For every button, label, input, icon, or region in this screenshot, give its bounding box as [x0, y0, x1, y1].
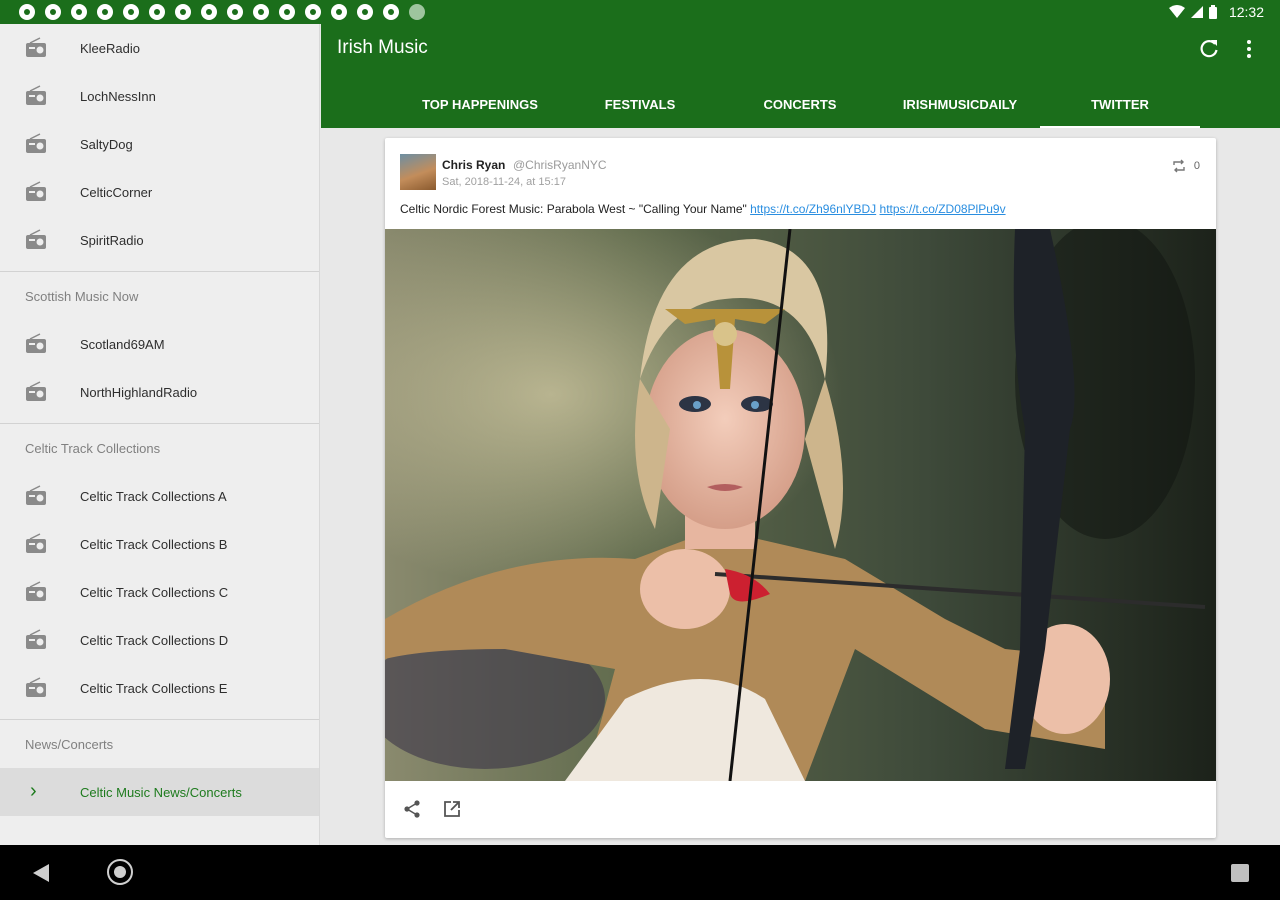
sidebar-item-spiritradio[interactable]: SpiritRadio: [0, 216, 319, 264]
sidebar-item-celtic-track-d[interactable]: Celtic Track Collections D: [0, 616, 319, 664]
app-bar: Irish Music TOP HAPPENINGS FESTIVALS CON…: [321, 24, 1280, 128]
sidebar-item-label: Scotland69AM: [80, 336, 165, 352]
tweet-photo[interactable]: [385, 229, 1216, 781]
tweet-link[interactable]: https://t.co/ZD08PlPu9v: [880, 202, 1006, 216]
tweet-date: Sat, 2018-11-24, at 15:17: [442, 176, 566, 188]
sidebar-item-label: Celtic Track Collections D: [80, 632, 229, 648]
sidebar-item-label: CelticCorner: [80, 184, 153, 200]
tweet-body: Celtic Nordic Forest Music: Parabola Wes…: [400, 202, 751, 216]
notification-icon: [305, 4, 321, 20]
author-name[interactable]: Chris Ryan: [442, 158, 505, 172]
sidebar-item-northhighlandradio[interactable]: NorthHighlandRadio: [0, 368, 319, 416]
circle-icon: [409, 4, 425, 20]
notification-icon: [19, 4, 35, 20]
sidebar-item-label: Celtic Music News/Concerts: [80, 784, 242, 800]
radio-icon: [26, 181, 46, 201]
radio-icon: [26, 229, 46, 249]
open-in-new-icon[interactable]: [442, 799, 462, 819]
tab-irishmusicdaily[interactable]: IRISHMUSICDAILY: [880, 80, 1040, 128]
sidebar-group-radio: KleeRadio LochNessInn SaltyDog CelticCor…: [0, 24, 319, 264]
radio-icon: [26, 581, 46, 601]
radio-icon: [26, 85, 46, 105]
sidebar-item-label: KleeRadio: [80, 40, 140, 56]
app-title: Irish Music: [337, 37, 428, 58]
sidebar-item-celtic-track-e[interactable]: Celtic Track Collections E: [0, 664, 319, 712]
bell-icon: [175, 4, 191, 20]
status-bar: 12:32: [0, 0, 1280, 24]
section-header: Celtic Track Collections: [25, 440, 161, 456]
sidebar-item-label: SpiritRadio: [80, 232, 144, 248]
radio-icon: [26, 485, 46, 505]
sidebar-item-label: Celtic Track Collections C: [80, 584, 229, 600]
sidebar-item-label: Celtic Track Collections E: [80, 680, 228, 696]
notification-icons: [0, 4, 425, 20]
sidebar-item-celtic-music-news[interactable]: › Celtic Music News/Concerts: [0, 768, 319, 816]
tab-concerts[interactable]: CONCERTS: [720, 80, 880, 128]
sidebar-item-lochnessinn[interactable]: LochNessInn: [0, 72, 319, 120]
notification-icon: [227, 4, 243, 20]
sidebar-item-label: Celtic Track Collections A: [80, 488, 227, 504]
tab-twitter[interactable]: TWITTER: [1040, 80, 1200, 128]
tab-top-happenings[interactable]: TOP HAPPENINGS: [400, 80, 560, 128]
section-header: News/Concerts: [25, 736, 114, 752]
notification-icon: [331, 4, 347, 20]
notification-icon: [253, 4, 269, 20]
notification-icon: [279, 4, 295, 20]
recents-icon[interactable]: [1231, 864, 1249, 882]
tab-bar: TOP HAPPENINGS FESTIVALS CONCERTS IRISHM…: [321, 80, 1280, 128]
sidebar-item-celticcorner[interactable]: CelticCorner: [0, 168, 319, 216]
sidebar-item-scotland69am[interactable]: Scotland69AM: [0, 320, 319, 368]
sd-card-icon: [383, 4, 399, 20]
signal-icon: [1190, 6, 1203, 18]
radio-icon: [26, 381, 46, 401]
wifi-icon: [1168, 5, 1185, 18]
tab-festivals[interactable]: FESTIVALS: [560, 80, 720, 128]
sidebar-item-celtic-track-a[interactable]: Celtic Track Collections A: [0, 472, 319, 520]
battery-icon: [1208, 5, 1217, 19]
notification-icon: [357, 4, 373, 20]
retweet-icon[interactable]: [1172, 159, 1186, 173]
notification-icon: [97, 4, 113, 20]
back-icon[interactable]: [31, 862, 51, 884]
sidebar-item-celtic-track-b[interactable]: Celtic Track Collections B: [0, 520, 319, 568]
tweet-link[interactable]: https://t.co/Zh96nlYBDJ: [750, 202, 876, 216]
notification-icon: [71, 4, 87, 20]
notification-icon: [45, 4, 61, 20]
radio-icon: [26, 629, 46, 649]
tweet-text: Celtic Nordic Forest Music: Parabola Wes…: [400, 202, 1006, 216]
radio-icon: [26, 133, 46, 153]
sidebar-item-saltydog[interactable]: SaltyDog: [0, 120, 319, 168]
system-nav-bar: [0, 845, 1280, 900]
radio-icon: [26, 37, 46, 57]
home-icon[interactable]: [107, 859, 133, 885]
author-handle[interactable]: @ChrisRyanNYC: [513, 158, 607, 172]
tweet-card[interactable]: Chris Ryan @ChrisRyanNYC Sat, 2018-11-24…: [385, 138, 1216, 838]
radio-icon: [26, 677, 46, 697]
sidebar-item-label: NorthHighlandRadio: [80, 384, 198, 400]
sidebar-item-label: LochNessInn: [80, 88, 156, 104]
settings-icon: [149, 4, 165, 20]
share-icon[interactable]: [402, 799, 422, 819]
radio-icon: [26, 333, 46, 353]
main-content: Chris Ryan @ChrisRyanNYC Sat, 2018-11-24…: [321, 128, 1280, 845]
sidebar-item-label: SaltyDog: [80, 136, 133, 152]
bell-icon: [201, 4, 217, 20]
retweet-count: 0: [1193, 160, 1200, 172]
notification-icon: [123, 4, 139, 20]
section-header: Scottish Music Now: [25, 288, 139, 304]
sidebar-item-kleeradio[interactable]: KleeRadio: [0, 24, 319, 72]
clock: 12:32: [1228, 4, 1264, 20]
avatar[interactable]: [400, 154, 436, 190]
sidebar-item-label: Celtic Track Collections B: [80, 536, 228, 552]
more-vert-icon[interactable]: [1240, 38, 1258, 60]
sidebar-item-celtic-track-c[interactable]: Celtic Track Collections C: [0, 568, 319, 616]
chevron-right-icon: ›: [30, 780, 37, 802]
refresh-icon[interactable]: [1198, 38, 1220, 60]
navigation-drawer: KleeRadio LochNessInn SaltyDog CelticCor…: [0, 24, 320, 845]
system-status: 12:32: [1168, 0, 1264, 24]
radio-icon: [26, 533, 46, 553]
